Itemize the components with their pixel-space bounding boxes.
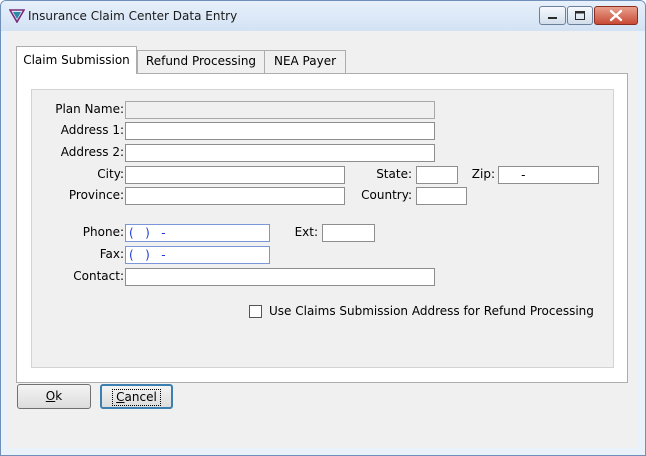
phone-input[interactable]: ( ) - — [125, 224, 270, 242]
ext-label: Ext: — [294, 225, 318, 239]
cancel-button[interactable]: Cancel — [100, 384, 173, 409]
fax-input[interactable]: ( ) - — [125, 246, 270, 264]
close-icon — [609, 9, 623, 22]
tab-nea-payer[interactable]: NEA Payer — [264, 50, 346, 73]
city-label: City: — [97, 167, 124, 181]
phone-label: Phone: — [82, 225, 124, 239]
cancel-label-rest: ancel — [124, 390, 157, 404]
cancel-focus-rect: Cancel — [112, 389, 161, 406]
fax-label: Fax: — [99, 247, 124, 261]
zip-input[interactable]: - — [498, 166, 599, 184]
ok-button[interactable]: Ok — [17, 384, 91, 409]
cancel-accelerator: C — [116, 390, 125, 404]
window-title: Insurance Claim Center Data Entry — [28, 9, 238, 23]
address1-label: Address 1: — [60, 123, 124, 137]
ext-input[interactable] — [322, 224, 375, 242]
use-address-label[interactable]: Use Claims Submission Address for Refund… — [269, 304, 594, 318]
maximize-button[interactable] — [567, 6, 593, 25]
address1-input[interactable] — [125, 122, 435, 140]
contact-label: Contact: — [73, 269, 124, 283]
state-input[interactable] — [416, 166, 458, 184]
province-input[interactable] — [125, 187, 345, 205]
plan-name-input — [125, 101, 435, 119]
city-input[interactable] — [125, 166, 345, 184]
state-label: State: — [376, 167, 412, 181]
tab-claim-submission[interactable]: Claim Submission — [16, 46, 137, 74]
ok-label-rest: k — [55, 389, 63, 403]
address-group: Plan Name: Address 1: Address 2: City: S… — [31, 89, 614, 368]
close-button[interactable] — [594, 6, 638, 25]
zip-label: Zip: — [471, 167, 495, 181]
minimize-icon — [548, 17, 557, 19]
tab-panel-claim-submission: Plan Name: Address 1: Address 2: City: S… — [16, 73, 628, 383]
title-bar[interactable]: Insurance Claim Center Data Entry — [1, 1, 645, 31]
province-label: Province: — [68, 188, 124, 202]
contact-input[interactable] — [125, 268, 435, 286]
address2-label: Address 2: — [60, 145, 124, 159]
plan-name-label: Plan Name: — [55, 102, 124, 116]
country-label: Country: — [361, 188, 412, 202]
country-input[interactable] — [416, 187, 467, 205]
tab-refund-processing[interactable]: Refund Processing — [137, 50, 265, 73]
maximize-icon — [575, 11, 585, 20]
minimize-button[interactable] — [539, 6, 566, 25]
use-address-checkbox[interactable] — [249, 305, 262, 318]
address2-input[interactable] — [125, 144, 435, 162]
app-window: Insurance Claim Center Data Entry Claim … — [0, 0, 646, 456]
ok-accelerator: O — [45, 389, 56, 403]
app-logo-icon — [9, 9, 25, 23]
dialog-client-area: Claim Submission Refund Processing NEA P… — [8, 31, 638, 448]
